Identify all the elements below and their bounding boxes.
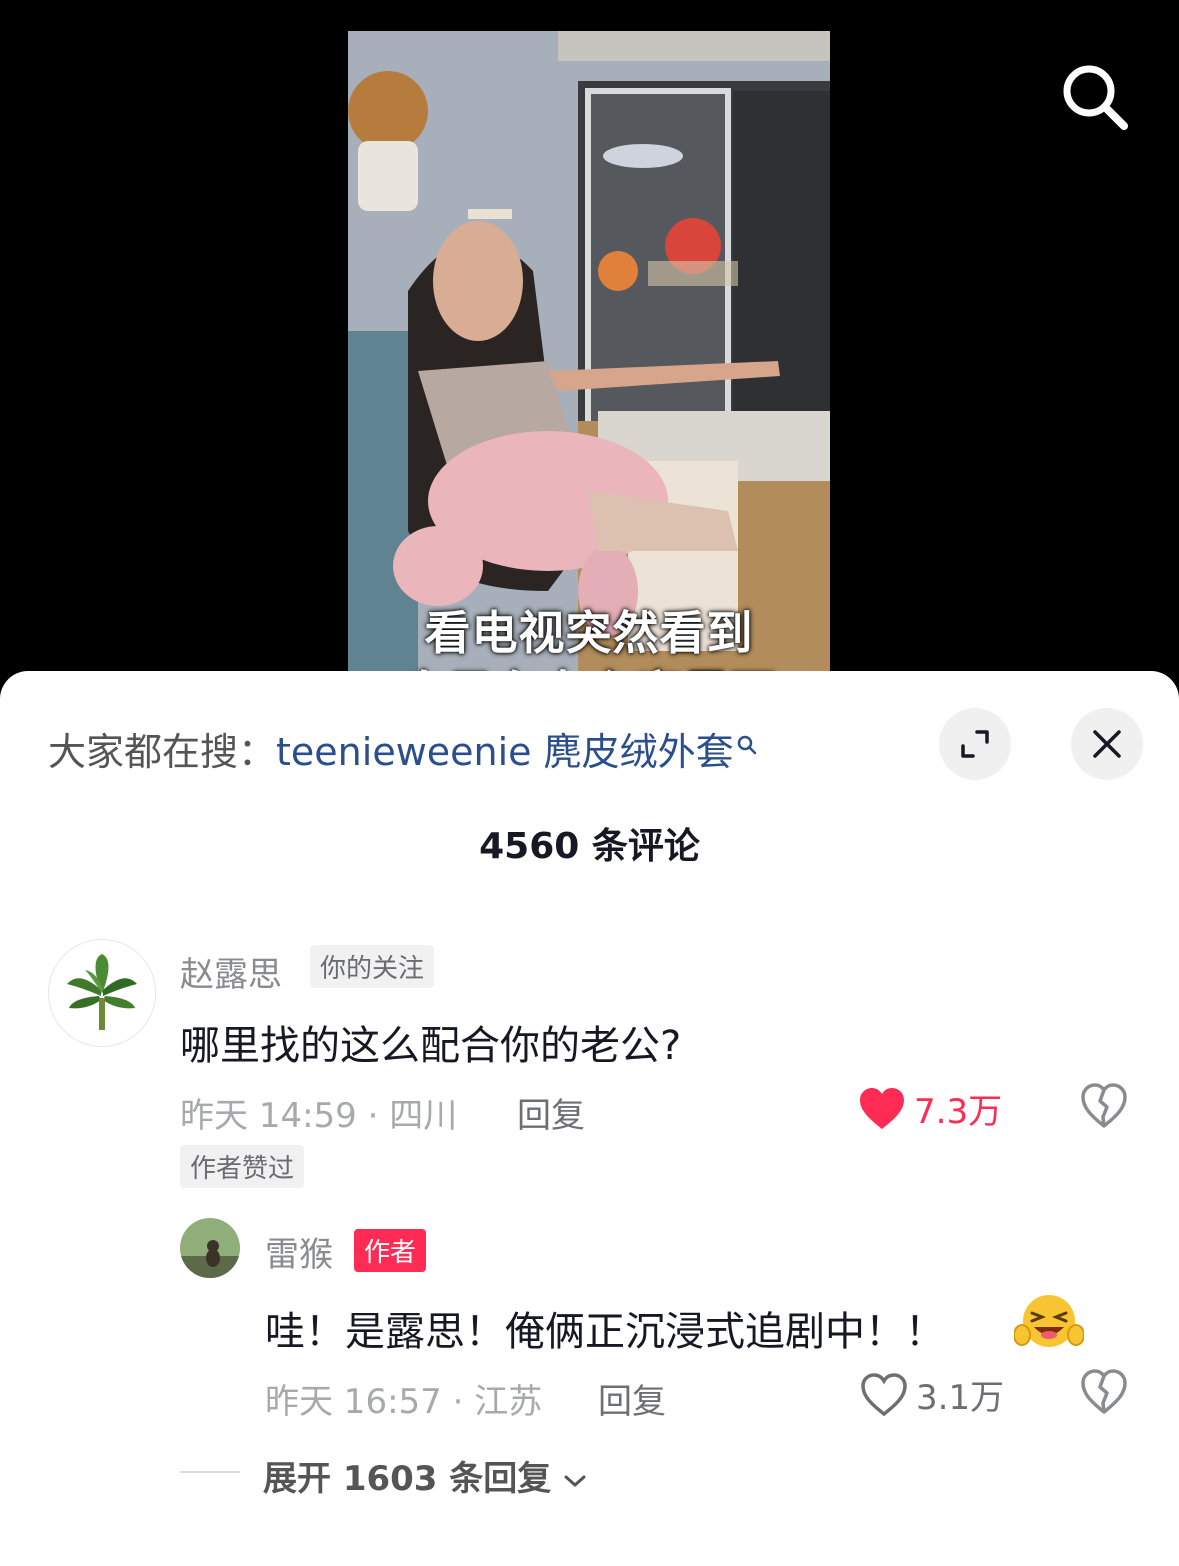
- avatar[interactable]: [48, 939, 156, 1047]
- hot-search-label: 大家都在搜：: [48, 730, 277, 774]
- broken-heart-icon: [1081, 1369, 1127, 1414]
- comment-time-location: 昨天 14:59 · 四川: [180, 1096, 458, 1136]
- search-icon[interactable]: [1056, 58, 1134, 136]
- avatar[interactable]: [180, 1218, 240, 1278]
- leaf-bouquet-avatar-image: [49, 940, 155, 1046]
- comment-panel: 大家都在搜：teenieweenie 麂皮绒外套 4560 条评论 赵露思 你的…: [0, 671, 1179, 1566]
- author-badge: 作者: [354, 1229, 427, 1272]
- dislike-button[interactable]: [1080, 1369, 1128, 1419]
- expand-button[interactable]: [939, 708, 1011, 780]
- expand-replies-label: 展开 1603 条回复: [263, 1459, 552, 1499]
- small-search-icon: [736, 721, 758, 755]
- like-count: 7.3万: [914, 1092, 1003, 1132]
- video-area[interactable]: 看电视突然看到 自己在女主家里面: [0, 0, 1179, 700]
- monkey-photo-avatar-image: [180, 1218, 240, 1278]
- author-liked-tag: 作者赞过: [180, 1145, 305, 1188]
- expand-replies-button[interactable]: 展开 1603 条回复: [263, 1451, 587, 1500]
- reply-text: 哇！是露思！俺俩正沉浸式追剧中！！: [265, 1309, 945, 1355]
- video-caption: 看电视突然看到: [424, 606, 754, 660]
- close-button[interactable]: [1071, 708, 1143, 780]
- hot-search-keyword[interactable]: teenieweenie 麂皮绒外套: [276, 730, 734, 774]
- reply-button[interactable]: 回复: [517, 1088, 585, 1137]
- like-count: 3.1万: [916, 1378, 1005, 1418]
- video-frame[interactable]: 看电视突然看到 自己在女主家里面: [348, 31, 830, 700]
- dislike-button[interactable]: [1080, 1083, 1128, 1133]
- grinning-squint-emoji-icon: [1013, 1291, 1085, 1357]
- expand-icon: [961, 730, 989, 758]
- reply-time-location: 昨天 16:57 · 江苏: [265, 1382, 543, 1422]
- reply-username[interactable]: 雷猴: [265, 1227, 333, 1276]
- hot-search-bar[interactable]: 大家都在搜：teenieweenie 麂皮绒外套: [48, 721, 758, 776]
- comment-username[interactable]: 赵露思: [180, 947, 282, 996]
- like-button[interactable]: 3.1万: [860, 1370, 1004, 1419]
- following-badge: 你的关注: [310, 945, 435, 988]
- divider: [180, 1471, 240, 1473]
- heart-filled-icon: [860, 1087, 904, 1129]
- heart-outline-icon: [861, 1372, 907, 1416]
- like-button[interactable]: 7.3万: [858, 1084, 1002, 1133]
- comment-text: 哪里找的这么配合你的老公?: [180, 1023, 682, 1069]
- close-icon: [1093, 730, 1121, 758]
- broken-heart-icon: [1081, 1083, 1127, 1128]
- reply-button[interactable]: 回复: [598, 1374, 666, 1423]
- chevron-down-icon: [564, 1475, 586, 1486]
- comment-count: 4560 条评论: [479, 826, 700, 867]
